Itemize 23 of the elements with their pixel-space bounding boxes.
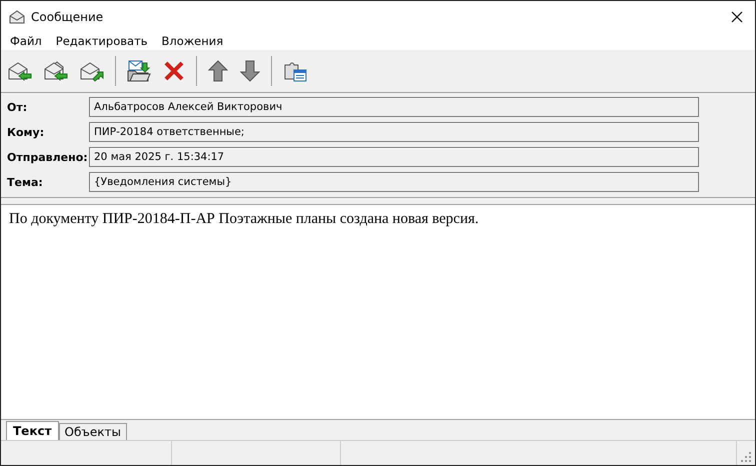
- field-label: От:: [7, 100, 28, 114]
- tab[interactable]: Текст: [6, 421, 59, 440]
- field-label: Тема:: [7, 176, 44, 188]
- field-value: {Уведомления системы}: [89, 172, 699, 192]
- window-title: Сообщение: [31, 10, 104, 24]
- delete-icon[interactable]: [162, 59, 186, 83]
- folder-envelope-icon[interactable]: [126, 59, 152, 83]
- field-value: 20 мая 2025 г. 15:34:17: [89, 147, 699, 167]
- field-label: Кому:: [7, 126, 46, 138]
- message-text: По документу ПИР-20184-П-АР Поэтажные планы создана новая версия.: [9, 211, 480, 228]
- close-icon[interactable]: [731, 10, 743, 22]
- resize-grip-icon[interactable]: [741, 452, 751, 462]
- field-label: Отправлено:: [7, 150, 89, 164]
- tab[interactable]: Объекты: [58, 423, 127, 440]
- envelope-icon: [9, 10, 25, 24]
- menu-item[interactable]: Редактировать: [48, 34, 155, 48]
- field-value: ПИР-20184 ответственные;: [89, 122, 699, 142]
- arrow-up-icon[interactable]: [207, 59, 229, 83]
- arrow-down-icon[interactable]: [239, 59, 261, 83]
- field-value: Альбатросов Алексей Викторович: [89, 97, 699, 117]
- menu-item[interactable]: Файл: [3, 34, 49, 48]
- envelope-reply-icon[interactable]: [43, 59, 69, 83]
- menu-item[interactable]: Вложения: [154, 34, 230, 48]
